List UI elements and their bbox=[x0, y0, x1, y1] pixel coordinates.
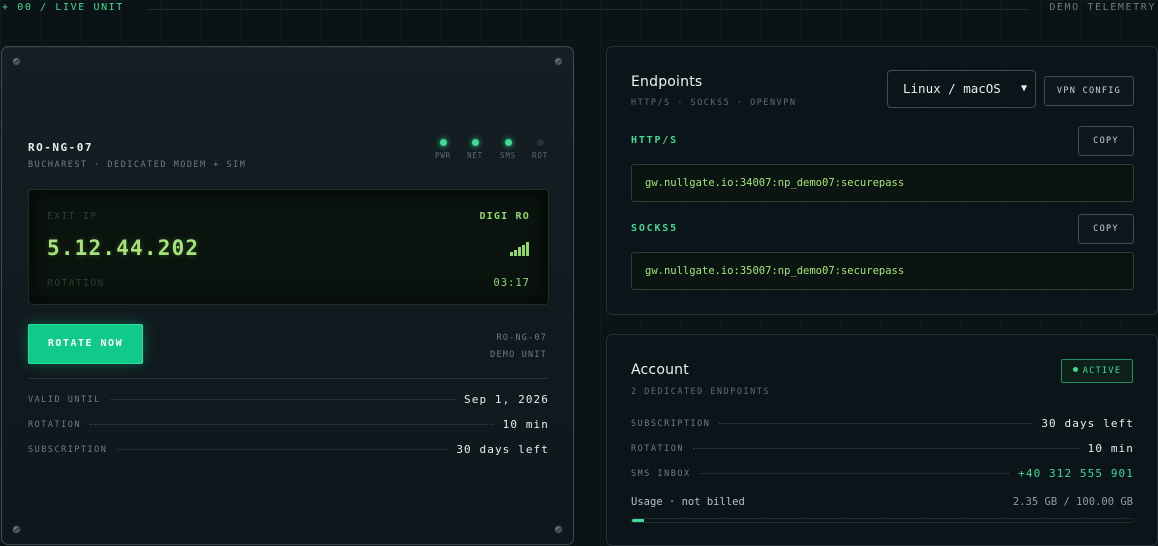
top-bar: + 00 / LIVE UNIT DEMO TELEMETRY bbox=[0, 0, 1158, 18]
usage-value: 2.35 GB / 100.00 GB bbox=[1012, 496, 1133, 508]
account-value: 30 days left bbox=[1041, 417, 1134, 430]
account-value: 10 min bbox=[1087, 442, 1134, 455]
account-card: Account 2 DEDICATED ENDPOINTS ACTIVE SUB… bbox=[606, 334, 1158, 546]
unit-note: DEMO UNIT bbox=[490, 350, 547, 360]
usage-progress-bar bbox=[631, 518, 1134, 523]
dotted-leader bbox=[109, 399, 456, 400]
screw-icon bbox=[12, 525, 21, 534]
usage-progress-fill bbox=[632, 519, 645, 522]
endpoint-label-https: HTTP/S bbox=[631, 135, 678, 146]
rotation-timer: 03:17 bbox=[493, 277, 530, 289]
dotted-leader bbox=[89, 424, 494, 425]
account-row-sms-inbox: SMS INBOX +40 312 555 901 bbox=[631, 467, 1134, 480]
endpoints-card: Endpoints HTTP/S · SOCKS5 · OPENVPN Linu… bbox=[606, 46, 1158, 315]
led-rot: ROT bbox=[527, 137, 553, 160]
led-sms: SMS bbox=[495, 137, 521, 160]
status-dot-icon bbox=[1072, 367, 1078, 372]
account-key: SMS INBOX bbox=[631, 468, 691, 479]
led-indicator-icon bbox=[471, 139, 479, 146]
led-label: NET bbox=[467, 151, 483, 160]
chevron-down-icon: ▼ bbox=[1020, 83, 1027, 94]
usage-label: Usage · not billed bbox=[631, 496, 745, 508]
dotted-leader bbox=[116, 449, 448, 450]
divider bbox=[28, 378, 549, 379]
device-id: RO-NG-07 bbox=[28, 141, 93, 154]
rotate-now-button[interactable]: ROTATE NOW bbox=[28, 324, 143, 364]
vpn-config-button[interactable]: VPN CONFIG bbox=[1044, 76, 1134, 106]
screw-icon bbox=[12, 57, 21, 66]
unit-id: RO-NG-07 bbox=[496, 333, 547, 343]
led-net: NET bbox=[462, 137, 488, 160]
detail-value: 30 days left bbox=[456, 443, 549, 456]
dotted-leader bbox=[719, 423, 1033, 424]
endpoint-label-socks5: SOCKS5 bbox=[631, 223, 678, 234]
device-panel: RO-NG-07 BUCHAREST · DEDICATED MODEM + S… bbox=[1, 46, 574, 545]
detail-key: ROTATION bbox=[28, 419, 81, 430]
sms-number[interactable]: +40 312 555 901 bbox=[1018, 467, 1134, 480]
led-label: ROT bbox=[532, 151, 548, 160]
detail-row-rotation: ROTATION 10 min bbox=[28, 418, 549, 431]
led-indicator-icon bbox=[536, 139, 544, 146]
account-key: ROTATION bbox=[631, 443, 684, 454]
account-row-rotation: ROTATION 10 min bbox=[631, 442, 1134, 455]
rotation-label: ROTATION bbox=[47, 278, 105, 289]
demo-telemetry-label: DEMO TELEMETRY bbox=[1049, 2, 1156, 13]
led-indicator-icon bbox=[439, 139, 447, 146]
detail-key: VALID UNTIL bbox=[28, 394, 101, 405]
exit-ip-screen: EXIT IP DIGI RO 5.12.44.202 ROTATION 03:… bbox=[28, 189, 549, 305]
dotted-leader bbox=[699, 473, 1010, 474]
live-unit-label: + 00 / LIVE UNIT bbox=[2, 2, 124, 13]
led-pwr: PWR bbox=[430, 137, 456, 160]
screw-icon bbox=[554, 525, 563, 534]
endpoints-title: Endpoints bbox=[631, 74, 703, 90]
detail-key: SUBSCRIPTION bbox=[28, 444, 108, 455]
endpoints-subtitle: HTTP/S · SOCKS5 · OPENVPN bbox=[631, 98, 797, 108]
status-text: ACTIVE bbox=[1082, 366, 1122, 376]
carrier-name: DIGI RO bbox=[479, 211, 530, 222]
socks5-endpoint-field[interactable]: gw.nullgate.io:35007:np_demo07:securepas… bbox=[631, 252, 1134, 290]
screw-icon bbox=[554, 57, 563, 66]
detail-row-subscription: SUBSCRIPTION 30 days left bbox=[28, 443, 549, 456]
account-subtitle: 2 DEDICATED ENDPOINTS bbox=[631, 387, 770, 397]
top-divider bbox=[148, 9, 1028, 10]
detail-row-valid-until: VALID UNTIL Sep 1, 2026 bbox=[28, 393, 549, 406]
os-select[interactable]: Linux / macOS ▼ bbox=[887, 70, 1036, 108]
led-indicator-icon bbox=[504, 139, 512, 146]
copy-socks5-button[interactable]: COPY bbox=[1078, 214, 1134, 244]
https-endpoint-field[interactable]: gw.nullgate.io:34007:np_demo07:securepas… bbox=[631, 164, 1134, 202]
account-key: SUBSCRIPTION bbox=[631, 418, 711, 429]
dotted-leader bbox=[692, 448, 1079, 449]
detail-value: Sep 1, 2026 bbox=[464, 393, 549, 406]
device-location: BUCHAREST · DEDICATED MODEM + SIM bbox=[28, 160, 247, 170]
status-leds: PWR NET SMS ROT bbox=[430, 137, 550, 167]
unit-info: RO-NG-07 DEMO UNIT bbox=[490, 330, 547, 364]
led-label: PWR bbox=[435, 151, 451, 160]
account-title: Account bbox=[631, 362, 689, 378]
detail-value: 10 min bbox=[502, 418, 549, 431]
signal-strength-icon bbox=[510, 242, 530, 256]
led-label: SMS bbox=[500, 151, 516, 160]
copy-https-button[interactable]: COPY bbox=[1078, 126, 1134, 156]
os-select-value: Linux / macOS bbox=[903, 81, 1001, 96]
exit-ip-label: EXIT IP bbox=[47, 211, 98, 222]
exit-ip-value: 5.12.44.202 bbox=[47, 236, 200, 260]
status-badge: ACTIVE bbox=[1061, 359, 1133, 383]
account-row-subscription: SUBSCRIPTION 30 days left bbox=[631, 417, 1134, 430]
